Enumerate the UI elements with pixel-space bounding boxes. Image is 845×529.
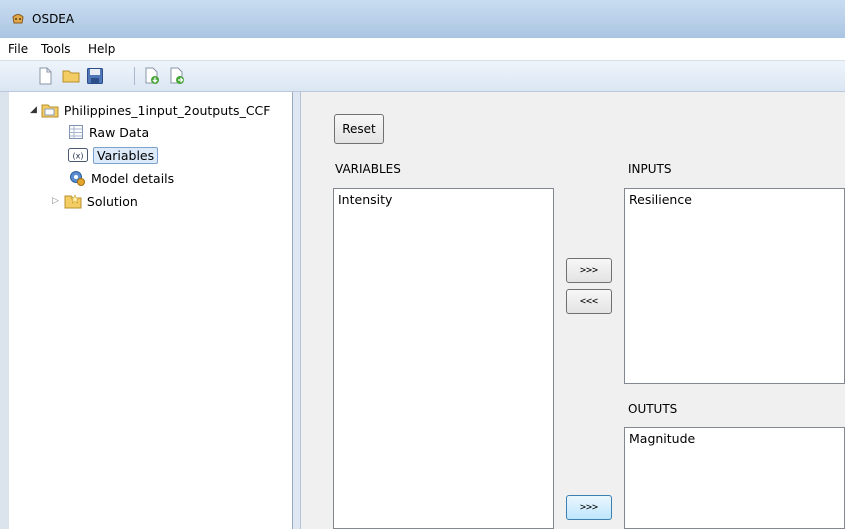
variables-list[interactable]: Intensity xyxy=(333,188,554,529)
app-icon xyxy=(12,14,24,24)
add-input-button[interactable]: >>> xyxy=(566,258,612,283)
new-file-icon[interactable] xyxy=(36,67,54,85)
variables-panel: Reset VARIABLES INPUTS Intensity Resilie… xyxy=(301,92,845,529)
inputs-header: INPUTS xyxy=(628,162,672,176)
export-icon[interactable] xyxy=(168,67,186,85)
tree-item-label: Variables xyxy=(93,146,159,164)
import-icon[interactable] xyxy=(143,67,161,85)
remove-input-button[interactable]: <<< xyxy=(566,289,612,314)
toolbar-separator xyxy=(134,67,135,85)
tree-root-label: Philippines_1input_2outputs_CCF xyxy=(63,102,271,118)
project-folder-icon xyxy=(41,104,59,118)
open-folder-icon[interactable] xyxy=(62,67,80,85)
table-icon xyxy=(69,125,83,139)
tree-item-label: Solution xyxy=(86,193,138,209)
tree-scrollbar[interactable] xyxy=(0,92,9,529)
menu-help[interactable]: Help xyxy=(88,42,115,56)
expand-arrow-icon[interactable]: ◢ xyxy=(30,105,37,115)
variables-header: VARIABLES xyxy=(335,162,401,176)
tree-item-model-details[interactable]: Model details xyxy=(68,168,174,188)
outputs-list[interactable]: Magnitude xyxy=(624,427,845,529)
tree-item-label: Model details xyxy=(91,170,175,186)
variable-icon: (x) xyxy=(68,148,88,162)
menu-bar: File Tools Help xyxy=(0,38,845,61)
list-item[interactable]: Intensity xyxy=(338,192,392,207)
pane-splitter[interactable] xyxy=(293,92,301,529)
gear-icon xyxy=(70,171,85,186)
solution-folder-icon xyxy=(64,194,82,209)
save-icon[interactable] xyxy=(86,67,104,85)
tree-item-label: Raw Data xyxy=(89,124,150,140)
toolbar xyxy=(0,61,845,92)
tree-item-raw-data[interactable]: Raw Data xyxy=(68,122,149,142)
title-bar: OSDEA xyxy=(0,0,845,38)
tree-item-variables[interactable]: (x) Variables xyxy=(68,145,159,165)
window-title: OSDEA xyxy=(32,12,75,26)
menu-tools[interactable]: Tools xyxy=(41,42,71,56)
svg-text:(x): (x) xyxy=(73,152,84,161)
outputs-header: OUTUTS xyxy=(628,402,678,416)
collapsed-arrow-icon[interactable]: ▷ xyxy=(52,196,59,206)
tree-root[interactable]: ◢ Philippines_1input_2outputs_CCF xyxy=(30,100,270,120)
project-tree: ◢ Philippines_1input_2outputs_CCF Raw Da… xyxy=(0,92,293,529)
inputs-list[interactable]: Resilience xyxy=(624,188,845,384)
reset-button[interactable]: Reset xyxy=(334,114,384,144)
add-output-button[interactable]: >>> xyxy=(566,495,612,520)
list-item[interactable]: Magnitude xyxy=(629,431,695,446)
menu-file[interactable]: File xyxy=(8,42,28,56)
list-item[interactable]: Resilience xyxy=(629,192,692,207)
tree-item-solution[interactable]: ▷ Solution xyxy=(52,191,138,211)
